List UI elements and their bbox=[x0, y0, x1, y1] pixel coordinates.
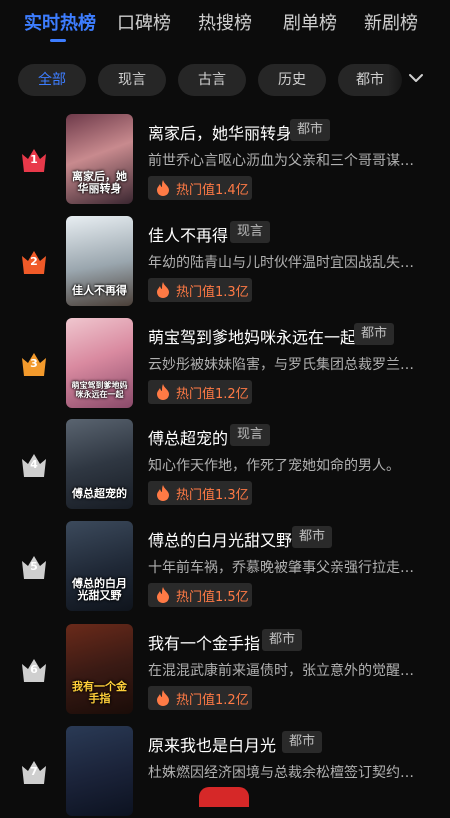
list-item[interactable]: 4 傅总超宠的 傅总超宠的 现言 知心作天作地，作死了宠她如命的男人。 热门值1… bbox=[0, 419, 450, 511]
heat-badge: 热门值1.2亿 bbox=[148, 686, 252, 710]
filter-chip-all[interactable]: 全部 bbox=[18, 64, 86, 96]
rank-badge: 3 bbox=[19, 349, 49, 379]
list-item[interactable]: 5 傅总的白月光甜又野 傅总的白月光甜又野 都市 十年前车祸，乔慕晚被肇事父亲强… bbox=[0, 521, 450, 613]
rank-badge: 6 bbox=[19, 655, 49, 685]
heat-value: 热门值1.5亿 bbox=[176, 590, 249, 605]
drama-description: 十年前车祸，乔慕晚被肇事父亲强行拉走… bbox=[148, 560, 414, 576]
drama-title[interactable]: 我有一个金手指 bbox=[148, 630, 260, 654]
tab-hot-search[interactable]: 热搜榜 bbox=[198, 9, 252, 35]
floating-gift-badge[interactable] bbox=[199, 787, 249, 807]
genre-tag: 都市 bbox=[354, 323, 395, 345]
rank-badge: 5 bbox=[19, 552, 49, 582]
flame-icon bbox=[157, 587, 169, 603]
poster-image[interactable]: 离家后，她华丽转身 bbox=[66, 114, 133, 204]
heat-value: 热门值1.3亿 bbox=[176, 488, 249, 503]
list-item[interactable]: 2 佳人不再得 佳人不再得 现言 年幼的陆青山与儿时伙伴温时宜因战乱失… 热门值… bbox=[0, 216, 450, 308]
filter-chip-ancient-romance[interactable]: 古言 bbox=[178, 64, 246, 96]
poster-title: 离家后，她华丽转身 bbox=[72, 170, 127, 195]
drama-description: 云妙彤被妹妹陷害，与罗氏集团总裁罗兰… bbox=[148, 357, 414, 373]
heat-badge: 热门值1.4亿 bbox=[148, 176, 252, 200]
list-item[interactable]: 6 我有一个金手指 我有一个金手指 都市 在混混武康前来逼债时，张立意外的觉醒…… bbox=[0, 624, 450, 716]
top-tab-bar: 实时热榜 口碑榜 热搜榜 剧单榜 新剧榜 bbox=[0, 0, 450, 44]
heat-value: 热门值1.2亿 bbox=[176, 693, 249, 708]
poster-title: 我有一个金手指 bbox=[72, 680, 127, 705]
heat-value: 热门值1.3亿 bbox=[176, 285, 249, 300]
poster-title: 萌宝驾到爹地妈咪永远在一起 bbox=[71, 380, 128, 399]
flame-icon bbox=[157, 180, 169, 196]
rank-badge: 2 bbox=[19, 247, 49, 277]
drama-title[interactable]: 傅总超宠的 bbox=[148, 425, 228, 449]
rank-badge: 1 bbox=[19, 145, 49, 175]
genre-tag: 都市 bbox=[262, 629, 303, 651]
rank-number: 7 bbox=[30, 765, 38, 778]
drama-description: 知心作天作地，作死了宠她如命的男人。 bbox=[148, 458, 400, 474]
poster-image[interactable]: 傅总超宠的 bbox=[66, 419, 133, 509]
flame-icon bbox=[157, 384, 169, 400]
genre-tag: 现言 bbox=[230, 424, 271, 446]
rank-number: 4 bbox=[30, 458, 38, 471]
poster-image[interactable]: 傅总的白月光甜又野 bbox=[66, 521, 133, 611]
flame-icon bbox=[157, 690, 169, 706]
poster-image[interactable]: 佳人不再得 bbox=[66, 216, 133, 306]
poster-image[interactable]: 我有一个金手指 bbox=[66, 624, 133, 714]
heat-badge: 热门值1.2亿 bbox=[148, 380, 252, 404]
genre-tag: 都市 bbox=[292, 526, 333, 548]
heat-value: 热门值1.2亿 bbox=[176, 387, 249, 402]
poster-title: 傅总超宠的 bbox=[72, 487, 127, 500]
rank-number: 6 bbox=[30, 663, 38, 676]
tab-reputation[interactable]: 口碑榜 bbox=[117, 9, 171, 35]
active-tab-indicator bbox=[50, 39, 66, 42]
genre-tag: 都市 bbox=[282, 731, 323, 753]
drama-description: 年幼的陆青山与儿时伙伴温时宜因战乱失… bbox=[148, 255, 414, 271]
filter-chip-history[interactable]: 历史 bbox=[258, 64, 326, 96]
rank-number: 2 bbox=[30, 255, 38, 268]
flame-icon bbox=[157, 282, 169, 298]
drama-description: 杜姝燃因经济困境与总裁余松檀签订契约… bbox=[148, 765, 414, 781]
rank-number: 5 bbox=[30, 560, 38, 573]
rank-badge: 4 bbox=[19, 450, 49, 480]
drama-description: 在混混武康前来逼债时，张立意外的觉醒… bbox=[148, 663, 414, 679]
drama-title[interactable]: 佳人不再得 bbox=[148, 222, 228, 246]
poster-title: 佳人不再得 bbox=[72, 284, 127, 297]
heat-badge: 热门值1.3亿 bbox=[148, 481, 252, 505]
genre-tag: 现言 bbox=[230, 221, 271, 243]
tab-drama-list[interactable]: 剧单榜 bbox=[283, 9, 337, 35]
poster-image[interactable]: 萌宝驾到爹地妈咪永远在一起 bbox=[66, 318, 133, 408]
filter-chip-modern-romance[interactable]: 现言 bbox=[98, 64, 166, 96]
poster-title: 傅总的白月光甜又野 bbox=[72, 577, 127, 602]
rank-badge: 7 bbox=[19, 757, 49, 787]
drama-title[interactable]: 萌宝驾到爹地妈咪永远在一起 bbox=[148, 324, 356, 348]
drama-title[interactable]: 原来我也是白月光 bbox=[148, 732, 276, 756]
tab-realtime-hot[interactable]: 实时热榜 bbox=[24, 9, 96, 35]
drama-description: 前世乔心言呕心沥血为父亲和三个哥哥谋… bbox=[148, 153, 414, 169]
heat-badge: 热门值1.5亿 bbox=[148, 583, 252, 607]
tab-new-drama[interactable]: 新剧榜 bbox=[364, 9, 418, 35]
list-item[interactable]: 3 萌宝驾到爹地妈咪永远在一起 萌宝驾到爹地妈咪永远在一起 都市 云妙彤被妹妹陷… bbox=[0, 318, 450, 410]
genre-tag: 都市 bbox=[290, 119, 331, 141]
rank-number: 3 bbox=[30, 357, 38, 370]
poster-image[interactable] bbox=[66, 726, 133, 816]
chevron-down-icon[interactable] bbox=[406, 68, 426, 88]
drama-title[interactable]: 傅总的白月光甜又野 bbox=[148, 527, 292, 551]
heat-value: 热门值1.4亿 bbox=[176, 183, 249, 198]
flame-icon bbox=[157, 485, 169, 501]
heat-badge: 热门值1.3亿 bbox=[148, 278, 252, 302]
rank-number: 1 bbox=[30, 153, 38, 166]
list-item[interactable]: 1 离家后，她华丽转身 离家后，她华丽转身 都市 前世乔心言呕心沥血为父亲和三个… bbox=[0, 114, 450, 206]
drama-title[interactable]: 离家后，她华丽转身 bbox=[148, 120, 292, 144]
